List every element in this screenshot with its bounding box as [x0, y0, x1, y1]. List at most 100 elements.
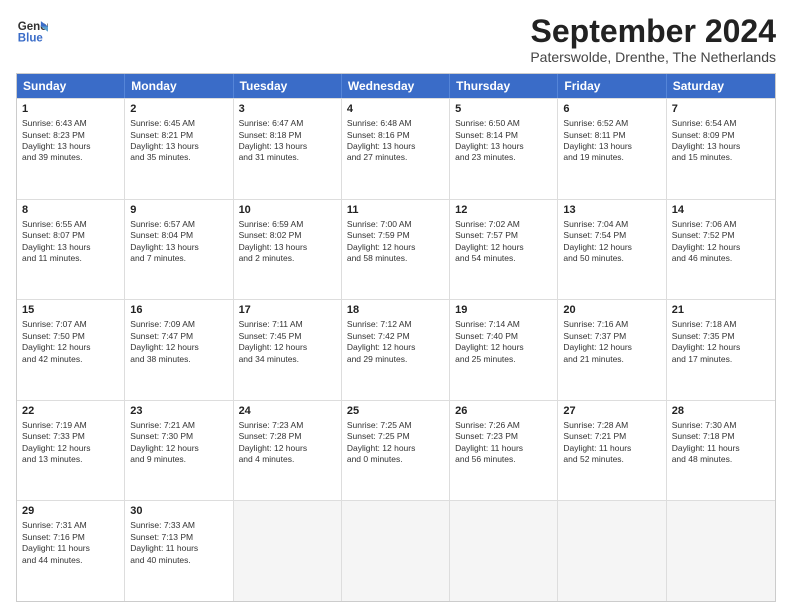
- calendar-grid: SundayMondayTuesdayWednesdayThursdayFrid…: [16, 73, 776, 602]
- day-cell-21: 21Sunrise: 7:18 AMSunset: 7:35 PMDayligh…: [667, 300, 775, 400]
- day-cell-16: 16Sunrise: 7:09 AMSunset: 7:47 PMDayligh…: [125, 300, 233, 400]
- day-info: Sunrise: 6:50 AMSunset: 8:14 PMDaylight:…: [455, 118, 552, 164]
- empty-cell: [667, 501, 775, 601]
- calendar-page: General Blue September 2024 Paterswolde,…: [0, 0, 792, 612]
- day-number: 26: [455, 404, 552, 419]
- day-cell-24: 24Sunrise: 7:23 AMSunset: 7:28 PMDayligh…: [234, 401, 342, 501]
- month-title: September 2024: [530, 14, 776, 49]
- day-number: 1: [22, 102, 119, 117]
- day-number: 13: [563, 203, 660, 218]
- day-header-thursday: Thursday: [450, 74, 558, 98]
- day-info: Sunrise: 7:25 AMSunset: 7:25 PMDaylight:…: [347, 420, 444, 466]
- day-info: Sunrise: 7:30 AMSunset: 7:18 PMDaylight:…: [672, 420, 770, 466]
- day-cell-2: 2Sunrise: 6:45 AMSunset: 8:21 PMDaylight…: [125, 99, 233, 199]
- day-cell-7: 7Sunrise: 6:54 AMSunset: 8:09 PMDaylight…: [667, 99, 775, 199]
- title-block: September 2024 Paterswolde, Drenthe, The…: [530, 14, 776, 65]
- day-info: Sunrise: 6:48 AMSunset: 8:16 PMDaylight:…: [347, 118, 444, 164]
- day-number: 11: [347, 203, 444, 218]
- day-number: 17: [239, 303, 336, 318]
- week-row-3: 15Sunrise: 7:07 AMSunset: 7:50 PMDayligh…: [17, 299, 775, 400]
- day-info: Sunrise: 6:52 AMSunset: 8:11 PMDaylight:…: [563, 118, 660, 164]
- day-info: Sunrise: 7:16 AMSunset: 7:37 PMDaylight:…: [563, 319, 660, 365]
- day-number: 10: [239, 203, 336, 218]
- day-cell-13: 13Sunrise: 7:04 AMSunset: 7:54 PMDayligh…: [558, 200, 666, 300]
- day-cell-14: 14Sunrise: 7:06 AMSunset: 7:52 PMDayligh…: [667, 200, 775, 300]
- day-number: 18: [347, 303, 444, 318]
- day-info: Sunrise: 7:21 AMSunset: 7:30 PMDaylight:…: [130, 420, 227, 466]
- day-info: Sunrise: 7:26 AMSunset: 7:23 PMDaylight:…: [455, 420, 552, 466]
- day-info: Sunrise: 7:09 AMSunset: 7:47 PMDaylight:…: [130, 319, 227, 365]
- day-number: 29: [22, 504, 119, 519]
- day-cell-25: 25Sunrise: 7:25 AMSunset: 7:25 PMDayligh…: [342, 401, 450, 501]
- day-number: 16: [130, 303, 227, 318]
- week-row-5: 29Sunrise: 7:31 AMSunset: 7:16 PMDayligh…: [17, 500, 775, 601]
- day-cell-12: 12Sunrise: 7:02 AMSunset: 7:57 PMDayligh…: [450, 200, 558, 300]
- svg-text:Blue: Blue: [18, 33, 44, 45]
- day-number: 27: [563, 404, 660, 419]
- calendar-header: SundayMondayTuesdayWednesdayThursdayFrid…: [17, 74, 775, 98]
- location-title: Paterswolde, Drenthe, The Netherlands: [530, 49, 776, 65]
- day-cell-29: 29Sunrise: 7:31 AMSunset: 7:16 PMDayligh…: [17, 501, 125, 601]
- day-info: Sunrise: 7:07 AMSunset: 7:50 PMDaylight:…: [22, 319, 119, 365]
- day-cell-30: 30Sunrise: 7:33 AMSunset: 7:13 PMDayligh…: [125, 501, 233, 601]
- day-number: 7: [672, 102, 770, 117]
- page-header: General Blue September 2024 Paterswolde,…: [16, 14, 776, 65]
- day-cell-4: 4Sunrise: 6:48 AMSunset: 8:16 PMDaylight…: [342, 99, 450, 199]
- day-info: Sunrise: 7:11 AMSunset: 7:45 PMDaylight:…: [239, 319, 336, 365]
- day-number: 3: [239, 102, 336, 117]
- day-info: Sunrise: 7:23 AMSunset: 7:28 PMDaylight:…: [239, 420, 336, 466]
- day-cell-8: 8Sunrise: 6:55 AMSunset: 8:07 PMDaylight…: [17, 200, 125, 300]
- day-cell-3: 3Sunrise: 6:47 AMSunset: 8:18 PMDaylight…: [234, 99, 342, 199]
- day-info: Sunrise: 6:47 AMSunset: 8:18 PMDaylight:…: [239, 118, 336, 164]
- day-cell-26: 26Sunrise: 7:26 AMSunset: 7:23 PMDayligh…: [450, 401, 558, 501]
- day-cell-5: 5Sunrise: 6:50 AMSunset: 8:14 PMDaylight…: [450, 99, 558, 199]
- day-info: Sunrise: 7:12 AMSunset: 7:42 PMDaylight:…: [347, 319, 444, 365]
- day-number: 12: [455, 203, 552, 218]
- day-header-saturday: Saturday: [667, 74, 775, 98]
- day-number: 5: [455, 102, 552, 117]
- day-header-monday: Monday: [125, 74, 233, 98]
- day-cell-15: 15Sunrise: 7:07 AMSunset: 7:50 PMDayligh…: [17, 300, 125, 400]
- day-cell-22: 22Sunrise: 7:19 AMSunset: 7:33 PMDayligh…: [17, 401, 125, 501]
- day-number: 30: [130, 504, 227, 519]
- day-info: Sunrise: 7:18 AMSunset: 7:35 PMDaylight:…: [672, 319, 770, 365]
- day-number: 4: [347, 102, 444, 117]
- empty-cell: [234, 501, 342, 601]
- day-number: 14: [672, 203, 770, 218]
- day-number: 15: [22, 303, 119, 318]
- day-number: 2: [130, 102, 227, 117]
- day-cell-18: 18Sunrise: 7:12 AMSunset: 7:42 PMDayligh…: [342, 300, 450, 400]
- day-cell-1: 1Sunrise: 6:43 AMSunset: 8:23 PMDaylight…: [17, 99, 125, 199]
- logo-icon: General Blue: [16, 14, 48, 46]
- day-cell-10: 10Sunrise: 6:59 AMSunset: 8:02 PMDayligh…: [234, 200, 342, 300]
- day-number: 25: [347, 404, 444, 419]
- day-number: 22: [22, 404, 119, 419]
- day-cell-28: 28Sunrise: 7:30 AMSunset: 7:18 PMDayligh…: [667, 401, 775, 501]
- day-number: 28: [672, 404, 770, 419]
- day-cell-9: 9Sunrise: 6:57 AMSunset: 8:04 PMDaylight…: [125, 200, 233, 300]
- empty-cell: [450, 501, 558, 601]
- day-info: Sunrise: 7:33 AMSunset: 7:13 PMDaylight:…: [130, 520, 227, 566]
- day-info: Sunrise: 7:19 AMSunset: 7:33 PMDaylight:…: [22, 420, 119, 466]
- logo: General Blue: [16, 14, 48, 46]
- day-info: Sunrise: 7:14 AMSunset: 7:40 PMDaylight:…: [455, 319, 552, 365]
- day-header-tuesday: Tuesday: [234, 74, 342, 98]
- day-cell-17: 17Sunrise: 7:11 AMSunset: 7:45 PMDayligh…: [234, 300, 342, 400]
- day-header-friday: Friday: [558, 74, 666, 98]
- day-info: Sunrise: 6:59 AMSunset: 8:02 PMDaylight:…: [239, 219, 336, 265]
- day-info: Sunrise: 6:45 AMSunset: 8:21 PMDaylight:…: [130, 118, 227, 164]
- day-cell-19: 19Sunrise: 7:14 AMSunset: 7:40 PMDayligh…: [450, 300, 558, 400]
- day-info: Sunrise: 7:28 AMSunset: 7:21 PMDaylight:…: [563, 420, 660, 466]
- day-number: 19: [455, 303, 552, 318]
- day-info: Sunrise: 6:43 AMSunset: 8:23 PMDaylight:…: [22, 118, 119, 164]
- week-row-1: 1Sunrise: 6:43 AMSunset: 8:23 PMDaylight…: [17, 98, 775, 199]
- day-number: 20: [563, 303, 660, 318]
- day-info: Sunrise: 7:00 AMSunset: 7:59 PMDaylight:…: [347, 219, 444, 265]
- day-number: 9: [130, 203, 227, 218]
- week-row-2: 8Sunrise: 6:55 AMSunset: 8:07 PMDaylight…: [17, 199, 775, 300]
- day-cell-20: 20Sunrise: 7:16 AMSunset: 7:37 PMDayligh…: [558, 300, 666, 400]
- day-info: Sunrise: 7:06 AMSunset: 7:52 PMDaylight:…: [672, 219, 770, 265]
- day-number: 6: [563, 102, 660, 117]
- day-cell-23: 23Sunrise: 7:21 AMSunset: 7:30 PMDayligh…: [125, 401, 233, 501]
- empty-cell: [558, 501, 666, 601]
